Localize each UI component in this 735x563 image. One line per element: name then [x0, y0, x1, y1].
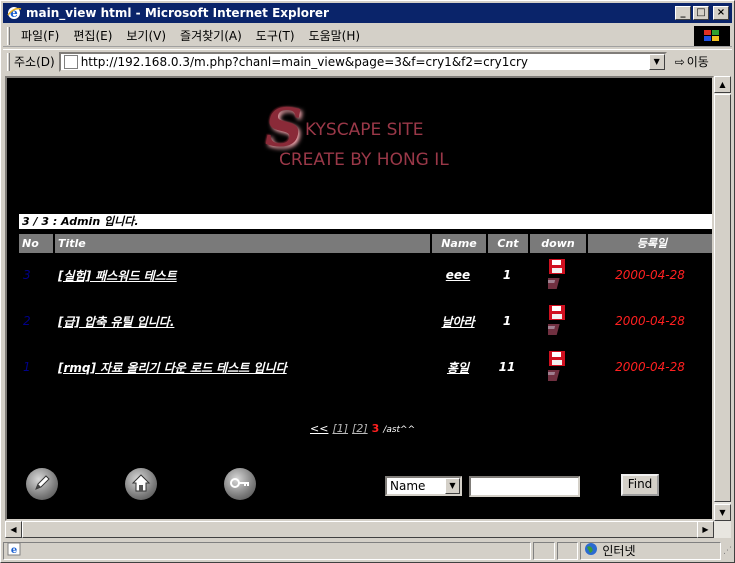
- col-cnt: Cnt: [488, 234, 528, 253]
- ie-logo-icon: e: [6, 5, 22, 21]
- zone-label: 인터넷: [602, 544, 636, 558]
- horizontal-scrollbar[interactable]: ◀ ▶: [5, 521, 731, 538]
- search-input[interactable]: [469, 476, 580, 497]
- title-bar: e main_view html - Microsoft Internet Ex…: [3, 3, 732, 23]
- menu-bar: 파일(F) 편집(E) 보기(V) 즐겨찾기(A) 도구(T) 도움말(H): [3, 25, 732, 47]
- pager-current-page: 3: [371, 422, 380, 435]
- site-logo: S KYSCAPE SITE CREATE BY HONG IL: [265, 98, 465, 178]
- row-title-link[interactable]: [실험] 패스워드 테스트: [55, 267, 430, 284]
- floppy-download-icon[interactable]: [541, 350, 566, 384]
- toolbar-grip[interactable]: [7, 52, 10, 71]
- row-date: 2000-04-28: [615, 268, 685, 282]
- status-panel-lock: [556, 541, 579, 560]
- row-no: 1: [23, 360, 31, 374]
- row-name-link[interactable]: 홍일: [430, 359, 486, 376]
- minimize-button[interactable]: _: [675, 6, 691, 20]
- home-icon: [131, 473, 151, 496]
- globe-icon: [584, 542, 598, 559]
- row-no: 3: [23, 268, 31, 282]
- address-dropdown-button[interactable]: ▼: [648, 53, 665, 70]
- pencil-icon: [32, 473, 52, 496]
- scroll-up-button[interactable]: ▲: [714, 76, 731, 93]
- maximize-button[interactable]: □: [693, 6, 709, 20]
- pagination: << [1] [2] 3 /ast^^: [310, 422, 415, 435]
- address-bar: 주소(D) http://192.168.0.3/m.php?chanl=mai…: [3, 49, 732, 73]
- zone-panel: 인터넷: [580, 541, 721, 560]
- row-date: 2000-04-28: [615, 314, 685, 328]
- go-arrow-icon: ⇨: [674, 54, 685, 69]
- menu-help[interactable]: 도움말(H): [302, 27, 368, 44]
- col-name: Name: [432, 234, 486, 253]
- menu-view[interactable]: 보기(V): [119, 27, 173, 44]
- address-label: 주소(D): [14, 55, 55, 69]
- scroll-right-button[interactable]: ▶: [697, 521, 714, 538]
- key-icon: [229, 473, 251, 496]
- row-count: 1: [502, 268, 512, 282]
- row-no: 2: [23, 314, 31, 328]
- pager-page-2[interactable]: [2]: [352, 422, 368, 435]
- resize-grip-icon[interactable]: ⋰: [723, 546, 732, 556]
- col-date: 등록일: [588, 234, 712, 253]
- home-button[interactable]: [125, 468, 157, 500]
- row-name-link[interactable]: 날아라: [430, 313, 486, 330]
- row-name-link[interactable]: eee: [430, 268, 486, 282]
- address-input[interactable]: http://192.168.0.3/m.php?chanl=main_view…: [58, 51, 667, 72]
- page-status-icon: e: [7, 542, 21, 559]
- close-button[interactable]: ×: [713, 6, 729, 20]
- select-dropdown-arrow-icon[interactable]: ▼: [445, 478, 460, 494]
- status-bar: e 인터넷 ⋰: [3, 540, 732, 561]
- row-count: 1: [502, 314, 512, 328]
- find-button[interactable]: Find: [621, 474, 659, 496]
- row-count: 11: [498, 360, 516, 374]
- row-date: 2000-04-28: [615, 360, 685, 374]
- svg-text:e: e: [11, 545, 17, 556]
- admin-info: 3 / 3 : Admin 입니다.: [19, 214, 712, 229]
- floppy-download-icon[interactable]: [541, 304, 566, 338]
- windows-logo-icon: [694, 26, 730, 46]
- menu-file[interactable]: 파일(F): [14, 27, 66, 44]
- scroll-down-button[interactable]: ▼: [714, 504, 731, 521]
- col-no: No: [19, 234, 53, 253]
- scroll-left-button[interactable]: ◀: [5, 521, 22, 538]
- write-button[interactable]: [26, 468, 58, 500]
- login-button[interactable]: [224, 468, 256, 500]
- table-row: 1 [rmq] 자료 올리기 다운 로드 테스트 입니다 홍일 11 2000-…: [19, 350, 712, 384]
- window-title: main_view html - Microsoft Internet Expl…: [26, 6, 329, 20]
- status-panel-progress: [532, 541, 555, 560]
- table-row: 3 [실험] 패스워드 테스트 eee 1 2000-04-28: [19, 258, 712, 292]
- horizontal-scroll-thumb[interactable]: [22, 521, 702, 538]
- menu-edit[interactable]: 편집(E): [66, 27, 119, 44]
- pager-page-1[interactable]: [1]: [332, 422, 348, 435]
- vertical-scroll-thumb[interactable]: [714, 94, 731, 502]
- floppy-download-icon[interactable]: [541, 258, 566, 292]
- search-field-select[interactable]: Name ▼: [385, 476, 462, 496]
- row-title-link[interactable]: [급] 압축 유틸 입니다.: [55, 313, 430, 330]
- logo-line1: KYSCAPE SITE: [305, 120, 424, 140]
- table-row: 2 [급] 압축 유틸 입니다. 날아라 1 2000-04-28: [19, 304, 712, 338]
- vertical-scrollbar[interactable]: ▲ ▼: [714, 76, 731, 521]
- status-text-panel: e: [3, 541, 531, 560]
- go-label: 이동: [686, 55, 709, 69]
- pager-prev-link[interactable]: <<: [310, 422, 328, 435]
- go-button[interactable]: ⇨ 이동: [675, 53, 709, 70]
- table-header: No Title Name Cnt down 등록일: [19, 234, 712, 253]
- menu-tools[interactable]: 도구(T): [249, 27, 302, 44]
- page-icon: [63, 54, 78, 69]
- menu-favorites[interactable]: 즐겨찾기(A): [173, 27, 249, 44]
- browser-window: e main_view html - Microsoft Internet Ex…: [0, 0, 735, 563]
- address-url[interactable]: http://192.168.0.3/m.php?chanl=main_view…: [81, 55, 528, 69]
- logo-line2: CREATE BY HONG IL: [279, 150, 449, 170]
- search-field-value: Name: [390, 479, 426, 493]
- col-title: Title: [55, 234, 430, 253]
- pager-last-link[interactable]: /ast^^: [383, 425, 415, 435]
- toolbar-grip[interactable]: [7, 26, 10, 45]
- row-title-link[interactable]: [rmq] 자료 올리기 다운 로드 테스트 입니다: [55, 359, 430, 376]
- col-down: down: [530, 234, 586, 253]
- page-content: S KYSCAPE SITE CREATE BY HONG IL 3 / 3 :…: [5, 76, 714, 521]
